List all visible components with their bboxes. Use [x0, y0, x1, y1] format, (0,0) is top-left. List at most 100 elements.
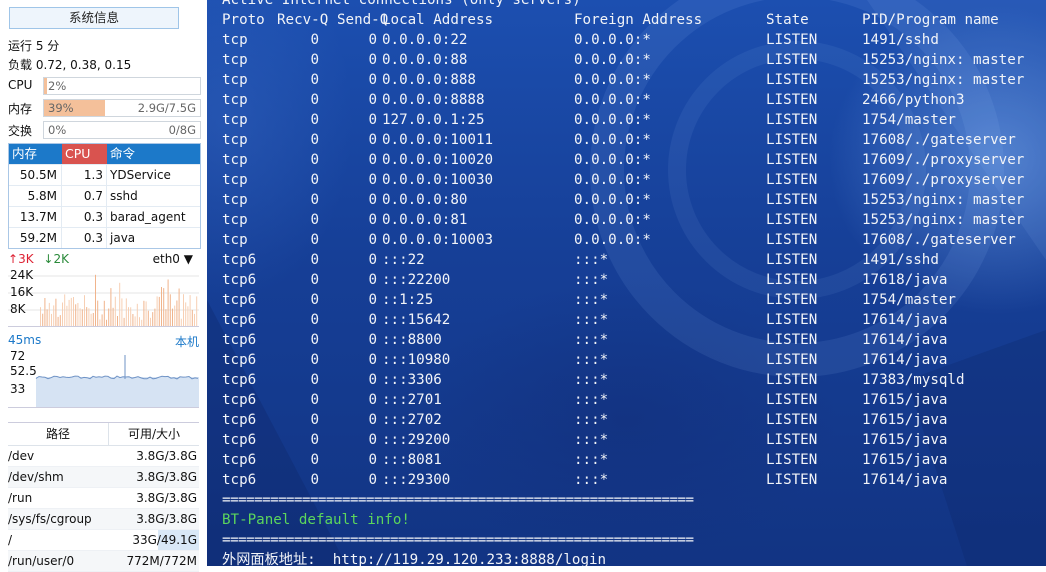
row-sendq: 0 — [368, 112, 377, 128]
row-sendq: 0 — [368, 32, 377, 48]
network-traffic-bar — [191, 309, 193, 326]
network-traffic-bar — [145, 301, 147, 326]
latency-graph — [35, 355, 199, 407]
latency-target-link[interactable]: 本机 — [175, 333, 199, 350]
row-recvq: 0 — [310, 92, 319, 108]
caret-down-icon: ▼ — [183, 252, 193, 266]
network-traffic-bar — [154, 308, 156, 326]
network-traffic-bar — [114, 296, 116, 326]
row-local-address: 0.0.0.0:8888 — [382, 92, 485, 108]
process-mem: 50.5M — [9, 165, 62, 185]
row-sendq: 0 — [368, 132, 377, 148]
network-traffic-bar — [117, 316, 118, 326]
row-proto: tcp6 — [222, 312, 257, 328]
network-header: ↑3K ↓2K eth0 ▼ — [8, 252, 199, 268]
network-traffic-bar — [119, 282, 121, 326]
network-traffic-bar — [101, 314, 103, 326]
row-recvq: 0 — [310, 472, 319, 488]
network-traffic-bar — [46, 309, 48, 326]
process-header-cpu[interactable]: CPU — [62, 144, 107, 164]
uptime-text: 运行 5 分 — [8, 39, 60, 53]
row-foreign-address: :::* — [574, 452, 609, 468]
network-traffic-bar — [92, 313, 94, 326]
process-cmd: barad_agent — [110, 210, 186, 224]
row-proto: tcp6 — [222, 372, 257, 388]
system-info-button[interactable]: 系统信息 — [9, 7, 179, 29]
row-sendq: 0 — [368, 72, 377, 88]
row-local-address: 0.0.0.0:10011 — [382, 132, 494, 148]
network-up-value: 3K — [18, 252, 34, 266]
memory-meter: 39% 2.9G/7.5G — [43, 99, 201, 117]
header-pid-program: PID/Program name — [862, 12, 999, 28]
process-row: 5.8M 0.7 sshd — [9, 185, 200, 206]
network-traffic-bar — [62, 302, 63, 326]
row-proto: tcp — [222, 212, 248, 228]
row-local-address: 127.0.0.1:25 — [382, 112, 485, 128]
network-traffic-bar — [123, 317, 125, 326]
disk-path: /run — [8, 491, 33, 505]
row-sendq: 0 — [368, 372, 377, 388]
row-sendq: 0 — [368, 232, 377, 248]
row-proto: tcp — [222, 192, 248, 208]
row-recvq: 0 — [310, 192, 319, 208]
interface-select[interactable]: eth0 ▼ — [153, 252, 193, 266]
row-sendq: 0 — [368, 392, 377, 408]
row-sendq: 0 — [368, 292, 377, 308]
network-traffic-bar — [88, 308, 90, 326]
network-traffic-chart: 24K 16K 8K — [8, 268, 199, 327]
process-row: 59.2M 0.3 java — [9, 227, 200, 248]
network-traffic-bar — [53, 305, 55, 326]
row-local-address: :::29300 — [382, 472, 451, 488]
disk-path: /sys/fs/cgroup — [8, 512, 92, 526]
network-traffic-bar — [163, 288, 165, 326]
row-pid-program: 17614/java — [862, 312, 948, 328]
row-local-address: 0.0.0.0:81 — [382, 212, 468, 228]
row-foreign-address: 0.0.0.0:* — [574, 172, 651, 188]
process-header-cmd[interactable]: 命令 — [107, 144, 200, 164]
row-recvq: 0 — [310, 292, 319, 308]
disk-size: 772M/772M — [126, 554, 197, 568]
separator-line: ========================================… — [222, 532, 694, 548]
network-traffic-bar — [178, 288, 180, 326]
network-traffic-bar — [103, 300, 105, 326]
row-state: LISTEN — [766, 412, 818, 428]
network-traffic-bar — [176, 300, 178, 326]
arrow-down-icon: ↓ — [43, 252, 54, 266]
network-traffic-bar — [48, 302, 50, 326]
network-down-value: 2K — [53, 252, 69, 266]
header-local-address: Local Address — [382, 12, 494, 28]
network-traffic-bar — [156, 296, 158, 326]
row-proto: tcp6 — [222, 292, 257, 308]
network-traffic-bar — [79, 308, 81, 326]
row-pid-program: 1754/master — [862, 112, 956, 128]
row-pid-program: 2466/python3 — [862, 92, 965, 108]
row-pid-program: 17615/java — [862, 432, 948, 448]
network-traffic-bar — [44, 298, 46, 326]
memory-percent: 39% — [48, 101, 74, 115]
row-sendq: 0 — [368, 472, 377, 488]
terminal-output[interactable]: Active Internet connections (only server… — [207, 0, 1046, 566]
row-local-address: 0.0.0.0:88 — [382, 52, 468, 68]
disk-header-path: 路径 — [8, 423, 109, 445]
row-state: LISTEN — [766, 212, 818, 228]
row-pid-program: 17383/mysqld — [862, 372, 965, 388]
process-header-mem[interactable]: 内存 — [9, 144, 62, 164]
network-traffic-bar — [174, 305, 176, 326]
disk-path: /dev/shm — [8, 470, 64, 484]
row-pid-program: 17618/java — [862, 272, 948, 288]
cpu-meter-row: CPU 2% — [8, 77, 201, 95]
network-traffic-bar — [99, 319, 101, 326]
panel-login-url: 外网面板地址: http://119.29.120.233:8888/login — [222, 552, 607, 566]
row-proto: tcp — [222, 52, 248, 68]
row-local-address: :::15642 — [382, 312, 451, 328]
row-sendq: 0 — [368, 172, 377, 188]
row-foreign-address: :::* — [574, 472, 609, 488]
network-traffic-bar — [141, 319, 143, 326]
row-local-address: 0.0.0.0:10030 — [382, 172, 494, 188]
row-state: LISTEN — [766, 232, 818, 248]
row-local-address: :::2701 — [382, 392, 442, 408]
row-foreign-address: :::* — [574, 292, 609, 308]
row-recvq: 0 — [310, 252, 319, 268]
network-traffic-bar — [189, 295, 191, 326]
process-cmd: sshd — [110, 189, 138, 203]
